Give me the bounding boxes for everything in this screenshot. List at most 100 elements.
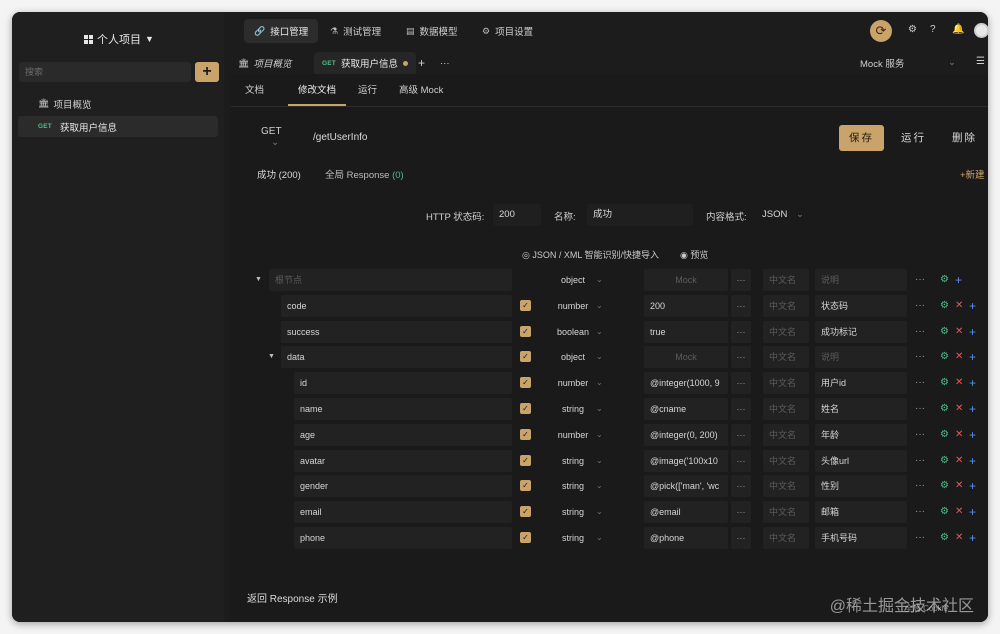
tab-global-response[interactable]: 全局 Response (0) bbox=[325, 167, 404, 181]
tab-project-settings[interactable]: ⚙ 项目设置 bbox=[472, 19, 543, 43]
settings-gear-icon[interactable]: ⚙ bbox=[940, 527, 949, 549]
cn-name-input[interactable]: 中文名 bbox=[763, 475, 809, 498]
settings-gear-icon[interactable]: ⚙ bbox=[940, 501, 949, 523]
mock-input[interactable]: Mock bbox=[644, 269, 728, 291]
expand-caret-icon[interactable]: ▼ bbox=[268, 346, 275, 368]
add-child-icon[interactable]: + bbox=[969, 450, 976, 472]
delete-row-icon[interactable]: ✕ bbox=[955, 372, 963, 394]
description-input[interactable]: 成功标记 bbox=[815, 320, 907, 343]
add-child-icon[interactable]: + bbox=[969, 346, 976, 368]
settings-gear-icon[interactable]: ⚙ bbox=[940, 424, 949, 446]
required-checkbox[interactable]: ✓ bbox=[520, 428, 531, 440]
status-code-input[interactable]: 200 bbox=[493, 204, 541, 226]
delete-row-icon[interactable]: ✕ bbox=[955, 321, 963, 343]
run-button[interactable]: 运行 bbox=[901, 125, 926, 151]
type-select[interactable]: number bbox=[543, 295, 603, 317]
field-name-input[interactable]: success bbox=[281, 320, 512, 343]
type-select[interactable]: string bbox=[543, 501, 603, 523]
description-input[interactable]: 状态码 bbox=[815, 294, 907, 317]
mock-more-button[interactable]: ··· bbox=[731, 423, 751, 446]
required-checkbox[interactable]: ✓ bbox=[520, 403, 531, 414]
tab-project-overview[interactable]: 🏛 项目概览 bbox=[230, 52, 299, 74]
sync-button[interactable]: ⟳ bbox=[870, 20, 892, 42]
bell-icon[interactable]: 🔔 bbox=[952, 24, 964, 35]
mock-more-button[interactable]: ··· bbox=[731, 398, 751, 420]
settings-gear-icon[interactable]: ⚙ bbox=[940, 269, 949, 291]
description-input[interactable]: 邮箱 bbox=[815, 501, 907, 524]
cn-name-input[interactable]: 中文名 bbox=[763, 501, 809, 524]
type-select[interactable]: object bbox=[543, 346, 603, 368]
tab-api-management[interactable]: 🔗 接口管理 bbox=[244, 19, 319, 43]
required-checkbox[interactable]: ✓ bbox=[520, 480, 531, 492]
method-select[interactable]: GET ⌄ bbox=[245, 126, 295, 148]
mock-input[interactable]: @integer(0, 200) bbox=[644, 423, 728, 446]
subtab-advanced-mock[interactable]: 高级 Mock bbox=[399, 82, 443, 106]
url-input[interactable]: /getUserInfo bbox=[313, 132, 367, 143]
row-more-button[interactable]: ··· bbox=[915, 398, 925, 420]
type-select[interactable]: string bbox=[543, 398, 603, 420]
add-child-icon[interactable]: + bbox=[969, 475, 976, 497]
type-select[interactable]: string bbox=[543, 527, 603, 549]
field-name-input[interactable]: 根节点 bbox=[269, 269, 512, 291]
subtab-docs[interactable]: 文档 bbox=[245, 82, 264, 106]
mock-more-button[interactable]: ··· bbox=[731, 501, 751, 524]
subtab-run[interactable]: 运行 bbox=[358, 82, 377, 106]
add-child-icon[interactable]: + bbox=[969, 295, 976, 317]
mock-input[interactable]: @image('100x10 bbox=[644, 449, 728, 472]
help-icon[interactable]: ? bbox=[930, 24, 936, 35]
field-name-input[interactable]: code bbox=[281, 294, 512, 317]
cn-name-input[interactable]: 中文名 bbox=[763, 269, 809, 291]
mock-more-button[interactable]: ··· bbox=[731, 320, 751, 343]
required-checkbox[interactable]: ✓ bbox=[520, 351, 531, 363]
delete-row-icon[interactable]: ✕ bbox=[955, 295, 963, 317]
tab-get-user-info[interactable]: GET 获取用户信息 bbox=[314, 52, 416, 74]
add-child-icon[interactable]: + bbox=[969, 527, 976, 549]
row-more-button[interactable]: ··· bbox=[915, 475, 925, 497]
settings-gear-icon[interactable]: ⚙ bbox=[940, 398, 949, 420]
delete-row-icon[interactable]: ✕ bbox=[955, 424, 963, 446]
settings-gear-icon[interactable]: ⚙ bbox=[940, 346, 949, 368]
cn-name-input[interactable]: 中文名 bbox=[763, 320, 809, 343]
row-more-button[interactable]: ··· bbox=[915, 346, 925, 368]
add-child-icon[interactable]: + bbox=[955, 269, 962, 291]
description-input[interactable]: 用户id bbox=[815, 372, 907, 395]
expand-caret-icon[interactable]: ▼ bbox=[255, 269, 262, 291]
add-child-icon[interactable]: + bbox=[969, 424, 976, 446]
required-checkbox[interactable]: ✓ bbox=[520, 377, 531, 389]
mock-more-button[interactable]: ··· bbox=[731, 449, 751, 472]
description-input[interactable]: 头像url bbox=[815, 449, 907, 472]
settings-gear-icon[interactable]: ⚙ bbox=[940, 295, 949, 317]
sidebar-item-overview[interactable]: 🏛 项目概览 bbox=[18, 93, 218, 114]
cn-name-input[interactable]: 中文名 bbox=[763, 423, 809, 446]
row-more-button[interactable]: ··· bbox=[915, 269, 925, 291]
add-button[interactable]: + bbox=[195, 62, 219, 82]
add-child-icon[interactable]: + bbox=[969, 372, 976, 394]
description-input[interactable]: 年龄 bbox=[815, 423, 907, 446]
type-select[interactable]: boolean bbox=[543, 321, 603, 343]
field-name-input[interactable]: age bbox=[294, 423, 512, 446]
mock-input[interactable]: @pick(['man', 'wc bbox=[644, 475, 728, 498]
field-name-input[interactable]: avatar bbox=[294, 449, 512, 472]
field-name-input[interactable]: gender bbox=[294, 475, 512, 498]
cn-name-input[interactable]: 中文名 bbox=[763, 346, 809, 369]
required-checkbox[interactable]: ✓ bbox=[520, 532, 531, 543]
mock-input[interactable]: 200 bbox=[644, 294, 728, 317]
required-checkbox[interactable]: ✓ bbox=[520, 325, 531, 337]
row-more-button[interactable]: ··· bbox=[915, 321, 925, 343]
row-more-button[interactable]: ··· bbox=[915, 295, 925, 317]
content-format-select[interactable]: JSON ⌄ bbox=[756, 204, 810, 226]
settings-gear-icon[interactable]: ⚙ bbox=[940, 475, 949, 497]
name-input[interactable]: 成功 bbox=[587, 204, 693, 226]
more-tabs-button[interactable]: ··· bbox=[432, 52, 458, 74]
settings-gear-icon[interactable]: ⚙ bbox=[940, 372, 949, 394]
cn-name-input[interactable]: 中文名 bbox=[763, 294, 809, 317]
mock-more-button[interactable]: ··· bbox=[731, 372, 751, 395]
delete-row-icon[interactable]: ✕ bbox=[955, 475, 963, 497]
row-more-button[interactable]: ··· bbox=[915, 424, 925, 446]
mock-more-button[interactable]: ··· bbox=[731, 346, 751, 369]
type-select[interactable]: number bbox=[543, 424, 603, 446]
delete-row-icon[interactable]: ✕ bbox=[955, 450, 963, 472]
tab-success-response[interactable]: 成功 (200) bbox=[257, 167, 301, 181]
add-child-icon[interactable]: + bbox=[969, 501, 976, 523]
mock-more-button[interactable]: ··· bbox=[731, 294, 751, 317]
